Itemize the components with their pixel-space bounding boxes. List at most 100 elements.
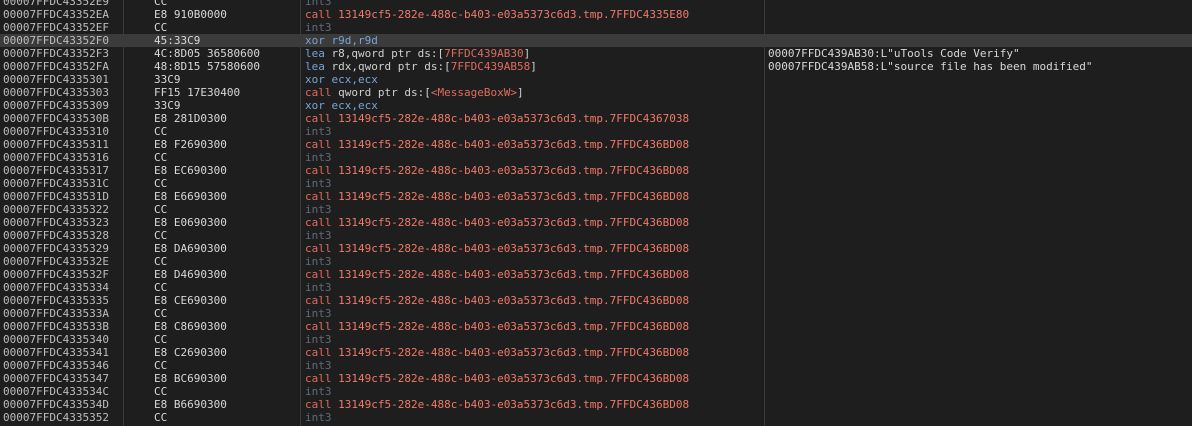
instruction-cell[interactable]: call 13149cf5-282e-488c-b403-e03a5373c6d… bbox=[305, 242, 765, 255]
instruction-cell[interactable]: call 13149cf5-282e-488c-b403-e03a5373c6d… bbox=[305, 112, 765, 125]
table-row[interactable]: 00007FFDC4335322 CC int3 bbox=[0, 203, 1192, 216]
instruction-cell[interactable]: xor ecx,ecx bbox=[305, 73, 765, 86]
address-cell[interactable]: 00007FFDC433533A bbox=[3, 307, 123, 320]
table-row[interactable]: 00007FFDC4335316 CC int3 bbox=[0, 151, 1192, 164]
address-cell[interactable]: 00007FFDC4335309 bbox=[3, 99, 123, 112]
address-cell[interactable]: 00007FFDC4335301 bbox=[3, 73, 123, 86]
address-cell[interactable]: 00007FFDC4335346 bbox=[3, 359, 123, 372]
memory-operand[interactable]: <MessageBoxW> bbox=[431, 86, 517, 99]
call-target[interactable]: 13149cf5-282e-488c-b403-e03a5373c6d3.tmp… bbox=[338, 268, 689, 281]
instruction-cell[interactable]: call 13149cf5-282e-488c-b403-e03a5373c6d… bbox=[305, 216, 765, 229]
table-row[interactable]: 00007FFDC4335311 E8 F2690300 call 13149cf5… bbox=[0, 138, 1192, 151]
instruction-cell[interactable]: xor ecx,ecx bbox=[305, 99, 765, 112]
table-row[interactable]: 00007FFDC43352EA E8 910B0000 call 13149cf5… bbox=[0, 8, 1192, 21]
address-cell[interactable]: 00007FFDC43352FA bbox=[3, 60, 123, 73]
instruction-cell[interactable]: call 13149cf5-282e-488c-b403-e03a5373c6d… bbox=[305, 138, 765, 151]
table-row[interactable]: 00007FFDC4335309 33C9 xor ecx,ecx bbox=[0, 99, 1192, 112]
instruction-cell[interactable]: lea rdx,qword ptr ds:[7FFDC439AB58] bbox=[305, 60, 765, 73]
table-row[interactable]: 00007FFDC433531D E8 E6690300 call 13149cf5… bbox=[0, 190, 1192, 203]
address-cell[interactable]: 00007FFDC433533B bbox=[3, 320, 123, 333]
table-row[interactable]: 00007FFDC4335323 E8 E0690300 call 13149cf5… bbox=[0, 216, 1192, 229]
instruction-cell[interactable]: int3 bbox=[305, 385, 765, 398]
instruction-cell[interactable]: int3 bbox=[305, 307, 765, 320]
call-target[interactable]: 13149cf5-282e-488c-b403-e03a5373c6d3.tmp… bbox=[338, 320, 689, 333]
call-target[interactable]: 13149cf5-282e-488c-b403-e03a5373c6d3.tmp… bbox=[338, 8, 689, 21]
table-row[interactable]: 00007FFDC433533A CC int3 bbox=[0, 307, 1192, 320]
address-cell[interactable]: 00007FFDC433531D bbox=[3, 190, 123, 203]
address-cell[interactable]: 00007FFDC433530B bbox=[3, 112, 123, 125]
table-row[interactable]: 00007FFDC433532E CC int3 bbox=[0, 255, 1192, 268]
instruction-cell[interactable]: call 13149cf5-282e-488c-b403-e03a5373c6d… bbox=[305, 164, 765, 177]
instruction-cell[interactable]: int3 bbox=[305, 359, 765, 372]
address-cell[interactable]: 00007FFDC4335316 bbox=[3, 151, 123, 164]
address-cell[interactable]: 00007FFDC433532E bbox=[3, 255, 123, 268]
table-row[interactable]: 00007FFDC4335317 E8 EC690300 call 13149cf5… bbox=[0, 164, 1192, 177]
address-cell[interactable]: 00007FFDC4335310 bbox=[3, 125, 123, 138]
instruction-cell[interactable]: call qword ptr ds:[<MessageBoxW>] bbox=[305, 86, 765, 99]
call-target[interactable]: 13149cf5-282e-488c-b403-e03a5373c6d3.tmp… bbox=[338, 398, 689, 411]
instruction-cell[interactable]: call 13149cf5-282e-488c-b403-e03a5373c6d… bbox=[305, 294, 765, 307]
address-cell[interactable]: 00007FFDC43352E9 bbox=[3, 0, 123, 8]
address-cell[interactable]: 00007FFDC4335341 bbox=[3, 346, 123, 359]
table-row[interactable]: 00007FFDC43352EF CC int3 bbox=[0, 21, 1192, 34]
instruction-cell[interactable]: int3 bbox=[305, 177, 765, 190]
table-row[interactable]: 00007FFDC4335340 CC int3 bbox=[0, 333, 1192, 346]
instruction-cell[interactable]: int3 bbox=[305, 255, 765, 268]
address-cell[interactable]: 00007FFDC43352F3 bbox=[3, 47, 123, 60]
table-row[interactable]: 00007FFDC43352E9 CC int3 bbox=[0, 0, 1192, 8]
instruction-cell[interactable]: int3 bbox=[305, 203, 765, 216]
address-cell[interactable]: 00007FFDC433532F bbox=[3, 268, 123, 281]
address-cell[interactable]: 00007FFDC433534D bbox=[3, 398, 123, 411]
table-row[interactable]: 00007FFDC433531C CC int3 bbox=[0, 177, 1192, 190]
instruction-cell[interactable]: call 13149cf5-282e-488c-b403-e03a5373c6d… bbox=[305, 8, 765, 21]
call-target[interactable]: 13149cf5-282e-488c-b403-e03a5373c6d3.tmp… bbox=[338, 346, 689, 359]
table-row[interactable]: 00007FFDC433530B E8 281D0300 call 13149cf5… bbox=[0, 112, 1192, 125]
table-row[interactable]: 00007FFDC433534D E8 B6690300 call 13149cf5… bbox=[0, 398, 1192, 411]
table-row-selected[interactable]: 00007FFDC43352F0 45:33C9 xor r9d,r9d bbox=[0, 34, 1192, 47]
table-row[interactable]: 00007FFDC4335341 E8 C2690300 call 13149cf5… bbox=[0, 346, 1192, 359]
table-row[interactable]: 00007FFDC4335328 CC int3 bbox=[0, 229, 1192, 242]
call-target[interactable]: 13149cf5-282e-488c-b403-e03a5373c6d3.tmp… bbox=[338, 294, 689, 307]
call-target[interactable]: 13149cf5-282e-488c-b403-e03a5373c6d3.tmp… bbox=[338, 164, 689, 177]
call-target[interactable]: 13149cf5-282e-488c-b403-e03a5373c6d3.tmp… bbox=[338, 112, 689, 125]
address-cell[interactable]: 00007FFDC4335340 bbox=[3, 333, 123, 346]
instruction-cell[interactable]: int3 bbox=[305, 281, 765, 294]
table-row[interactable]: 00007FFDC433533B E8 C8690300 call 13149cf5… bbox=[0, 320, 1192, 333]
call-target[interactable]: 13149cf5-282e-488c-b403-e03a5373c6d3.tmp… bbox=[338, 242, 689, 255]
address-cell[interactable]: 00007FFDC4335303 bbox=[3, 86, 123, 99]
table-row[interactable]: 00007FFDC4335352 CC int3 bbox=[0, 411, 1192, 424]
table-row[interactable]: 00007FFDC4335303 FF15 17E30400 call qword … bbox=[0, 86, 1192, 99]
instruction-cell[interactable]: call 13149cf5-282e-488c-b403-e03a5373c6d… bbox=[305, 190, 765, 203]
instruction-cell[interactable]: int3 bbox=[305, 229, 765, 242]
address-cell[interactable]: 00007FFDC433534C bbox=[3, 385, 123, 398]
call-target[interactable]: 13149cf5-282e-488c-b403-e03a5373c6d3.tmp… bbox=[338, 138, 689, 151]
call-target[interactable]: 13149cf5-282e-488c-b403-e03a5373c6d3.tmp… bbox=[338, 190, 689, 203]
address-cell[interactable]: 00007FFDC4335347 bbox=[3, 372, 123, 385]
call-target[interactable]: 13149cf5-282e-488c-b403-e03a5373c6d3.tmp… bbox=[338, 216, 689, 229]
instruction-cell[interactable]: int3 bbox=[305, 125, 765, 138]
call-target[interactable]: 13149cf5-282e-488c-b403-e03a5373c6d3.tmp… bbox=[338, 372, 689, 385]
address-cell[interactable]: 00007FFDC43352EA bbox=[3, 8, 123, 21]
instruction-cell[interactable]: call 13149cf5-282e-488c-b403-e03a5373c6d… bbox=[305, 398, 765, 411]
table-row[interactable]: 00007FFDC43352FA 48:8D15 57580600 lea rdx,… bbox=[0, 60, 1192, 73]
address-cell[interactable]: 00007FFDC433531C bbox=[3, 177, 123, 190]
disassembly-view[interactable]: 00007FFDC43352E9 CC int3 00007FFDC43352EA E… bbox=[0, 0, 1192, 426]
instruction-cell[interactable]: int3 bbox=[305, 21, 765, 34]
instruction-cell[interactable]: call 13149cf5-282e-488c-b403-e03a5373c6d… bbox=[305, 372, 765, 385]
memory-operand[interactable]: 7FFDC439AB30 bbox=[444, 47, 523, 60]
address-cell[interactable]: 00007FFDC4335317 bbox=[3, 164, 123, 177]
instruction-cell[interactable]: int3 bbox=[305, 0, 765, 8]
instruction-cell[interactable]: call 13149cf5-282e-488c-b403-e03a5373c6d… bbox=[305, 268, 765, 281]
address-cell[interactable]: 00007FFDC4335334 bbox=[3, 281, 123, 294]
address-cell[interactable]: 00007FFDC43352F0 bbox=[3, 34, 123, 47]
table-row[interactable]: 00007FFDC4335301 33C9 xor ecx,ecx bbox=[0, 73, 1192, 86]
table-row[interactable]: 00007FFDC433532F E8 D4690300 call 13149cf5… bbox=[0, 268, 1192, 281]
table-row[interactable]: 00007FFDC4335310 CC int3 bbox=[0, 125, 1192, 138]
table-row[interactable]: 00007FFDC4335335 E8 CE690300 call 13149cf5… bbox=[0, 294, 1192, 307]
address-cell[interactable]: 00007FFDC43352EF bbox=[3, 21, 123, 34]
address-cell[interactable]: 00007FFDC4335322 bbox=[3, 203, 123, 216]
table-row[interactable]: 00007FFDC4335346 CC int3 bbox=[0, 359, 1192, 372]
address-cell[interactable]: 00007FFDC4335328 bbox=[3, 229, 123, 242]
instruction-cell[interactable]: int3 bbox=[305, 151, 765, 164]
table-row[interactable]: 00007FFDC43352F3 4C:8D05 36580600 lea r8,q… bbox=[0, 47, 1192, 60]
